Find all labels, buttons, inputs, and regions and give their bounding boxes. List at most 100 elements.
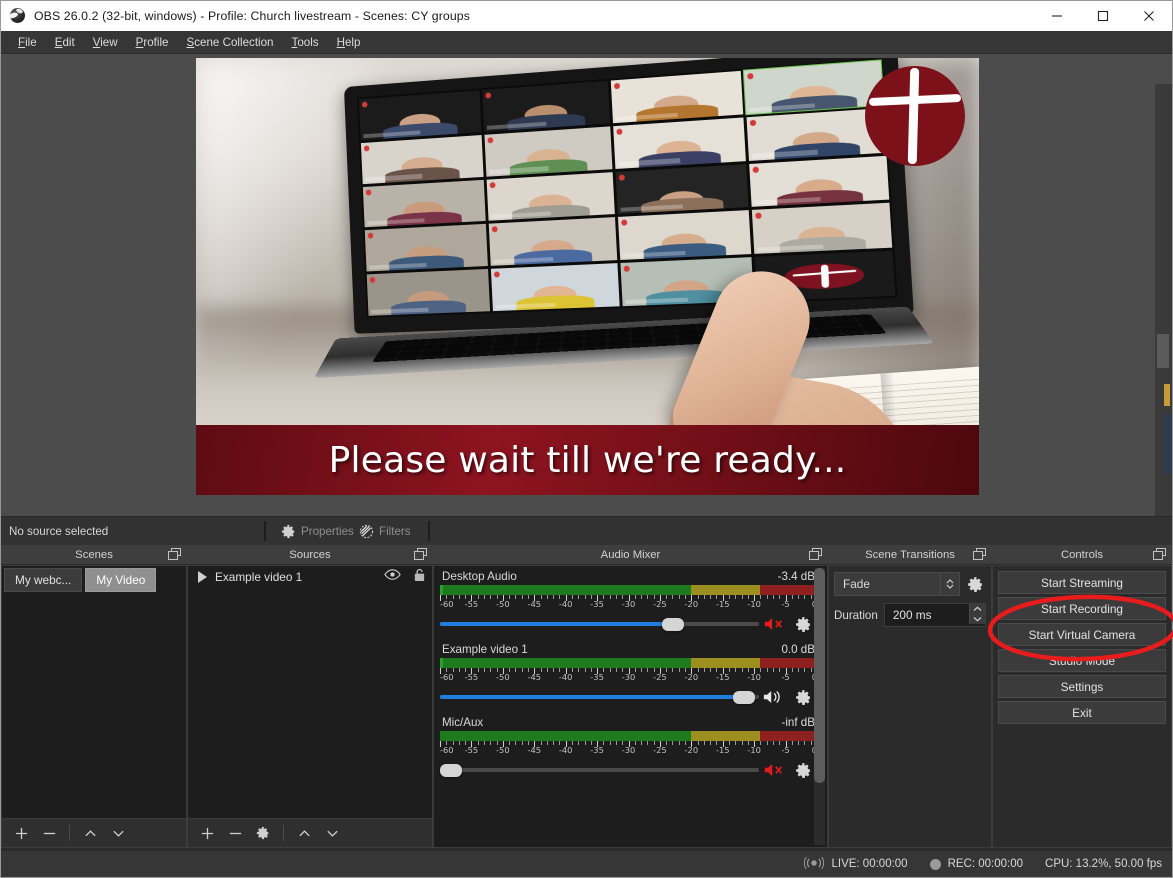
mixer-channel-desktop-audio: Desktop Audio -3.4 dB -60 -55 -50 -45 -40 -35…: [434, 566, 827, 639]
start-streaming-button[interactable]: Start Streaming: [998, 571, 1166, 594]
source-item-label: Example video 1: [215, 570, 303, 584]
source-item-example-video-1[interactable]: Example video 1: [188, 566, 432, 588]
menu-edit[interactable]: Edit: [46, 33, 84, 52]
preview-scrollbar[interactable]: [1155, 84, 1172, 536]
move-source-down-icon[interactable]: [319, 822, 345, 844]
audio-mixer-body: Desktop Audio -3.4 dB -60 -55 -50 -45 -40 -35…: [433, 565, 828, 848]
window-title: OBS 26.0.2 (32-bit, windows) - Profile: …: [34, 9, 470, 23]
expand-triangle-icon[interactable]: [198, 571, 207, 583]
live-status: LIVE: 00:00:00: [804, 856, 908, 873]
mixer-scrollbar-thumb[interactable]: [814, 568, 825, 783]
rec-label: REC: 00:00:00: [947, 858, 1024, 870]
menu-file[interactable]: File: [9, 33, 46, 52]
channel-db: -3.4 dB: [777, 570, 815, 583]
channel-volume-slider[interactable]: [440, 613, 759, 635]
eye-icon[interactable]: [384, 568, 401, 586]
no-source-selected-label: No source selected: [9, 524, 109, 538]
filters-button[interactable]: Filters: [353, 522, 417, 541]
sources-footer-toolbar: [187, 819, 433, 848]
transition-select[interactable]: Fade: [834, 572, 960, 596]
maximize-icon[interactable]: [1080, 1, 1126, 31]
channel-name: Example video 1: [442, 643, 528, 656]
cpu-status: CPU: 13.2%, 50.00 fps: [1045, 858, 1162, 870]
controls-dock: Controls Start Streaming Start Recording…: [992, 545, 1172, 848]
scene-transitions-dock-title: Scene Transitions: [828, 545, 992, 565]
scene-item-my-video[interactable]: My Video: [85, 568, 157, 592]
remove-scene-icon[interactable]: [36, 822, 62, 844]
float-dock-icon[interactable]: [1153, 548, 1166, 560]
chevron-updown-icon[interactable]: [940, 574, 959, 594]
channel-meter: [440, 731, 817, 741]
dock-row: Scenes My webc... My Video Sources Examp…: [1, 545, 1172, 848]
mute-toggle[interactable]: [759, 615, 789, 633]
filters-label: Filters: [379, 524, 411, 538]
obs-globe-icon: [10, 8, 26, 24]
sources-list[interactable]: Example video 1: [187, 565, 433, 819]
channel-settings-gear-icon[interactable]: [789, 616, 817, 633]
filters-icon: [359, 524, 374, 538]
controls-title-label: Controls: [1060, 548, 1104, 561]
minimize-icon[interactable]: [1034, 1, 1080, 31]
add-source-icon[interactable]: [194, 822, 220, 844]
menu-help[interactable]: Help: [328, 33, 370, 52]
float-dock-icon[interactable]: [414, 548, 427, 560]
window-controls: [1034, 1, 1172, 31]
channel-settings-gear-icon[interactable]: [789, 762, 817, 779]
menu-scene-collection[interactable]: Scene Collection: [178, 33, 283, 52]
duration-label: Duration: [834, 608, 878, 622]
preview-area[interactable]: Please wait till we're ready...: [1, 54, 1172, 536]
lower-third-banner: Please wait till we're ready...: [196, 425, 979, 495]
studio-mode-button[interactable]: Studio Mode: [998, 649, 1166, 672]
preview-canvas[interactable]: Please wait till we're ready...: [196, 58, 979, 495]
mixer-scrollbar[interactable]: [814, 568, 825, 845]
channel-name: Mic/Aux: [442, 716, 484, 729]
settings-button[interactable]: Settings: [998, 675, 1166, 698]
obs-main-window: OBS 26.0.2 (32-bit, windows) - Profile: …: [0, 0, 1173, 878]
close-icon[interactable]: [1126, 1, 1172, 31]
controls-dock-title: Controls: [992, 545, 1172, 565]
scenes-list[interactable]: My webc... My Video: [1, 565, 187, 819]
float-dock-icon[interactable]: [973, 548, 986, 560]
channel-name: Desktop Audio: [442, 570, 517, 583]
church-cross-logo: [865, 66, 965, 166]
mute-toggle[interactable]: [759, 761, 789, 779]
exit-button[interactable]: Exit: [998, 701, 1166, 724]
scene-item-my-webcam[interactable]: My webc...: [4, 568, 83, 592]
move-scene-down-icon[interactable]: [105, 822, 131, 844]
channel-settings-gear-icon[interactable]: [789, 689, 817, 706]
float-dock-icon[interactable]: [809, 548, 822, 560]
channel-volume-slider[interactable]: [440, 759, 759, 781]
menu-tools[interactable]: Tools: [283, 33, 328, 52]
mute-toggle[interactable]: [759, 688, 789, 706]
move-scene-up-icon[interactable]: [77, 822, 103, 844]
scroll-accent-mark: [1164, 384, 1170, 406]
spinner-arrows[interactable]: [969, 604, 985, 624]
menu-view[interactable]: View: [84, 33, 127, 52]
add-scene-icon[interactable]: [8, 822, 34, 844]
spinner-up-icon[interactable]: [969, 604, 985, 614]
channel-db: 0.0 dB: [781, 643, 815, 656]
float-dock-icon[interactable]: [168, 548, 181, 560]
scenes-title-label: Scenes: [75, 548, 113, 561]
channel-db-scale: -60-55-50-45-40-35-30-25-20-15-10-50: [440, 668, 818, 682]
transition-properties-gear-icon[interactable]: [964, 576, 986, 593]
audio-mixer-title-label: Audio Mixer: [600, 548, 661, 561]
live-label: LIVE: 00:00:00: [831, 858, 908, 870]
move-source-up-icon[interactable]: [291, 822, 317, 844]
source-properties-gear-icon[interactable]: [250, 822, 276, 844]
properties-button[interactable]: Properties: [275, 522, 360, 541]
scene-transitions-dock: Scene Transitions Fade Duration 200 ms: [828, 545, 992, 848]
preview-scrollbar-thumb[interactable]: [1157, 334, 1169, 368]
scenes-footer-toolbar: [1, 819, 187, 848]
duration-spinner[interactable]: 200 ms: [883, 603, 986, 627]
start-virtual-camera-button[interactable]: Start Virtual Camera: [998, 623, 1166, 646]
unlock-icon[interactable]: [413, 568, 426, 587]
mixer-channel-mic-aux: Mic/Aux -inf dB -60 -55 -50 -45 -40 -35 -30 -25…: [434, 712, 827, 785]
rec-status: REC: 00:00:00: [929, 858, 1024, 870]
properties-label: Properties: [301, 524, 354, 538]
start-recording-button[interactable]: Start Recording: [998, 597, 1166, 620]
spinner-down-icon[interactable]: [969, 614, 985, 624]
channel-volume-slider[interactable]: [440, 686, 759, 708]
menu-profile[interactable]: Profile: [127, 33, 178, 52]
remove-source-icon[interactable]: [222, 822, 248, 844]
